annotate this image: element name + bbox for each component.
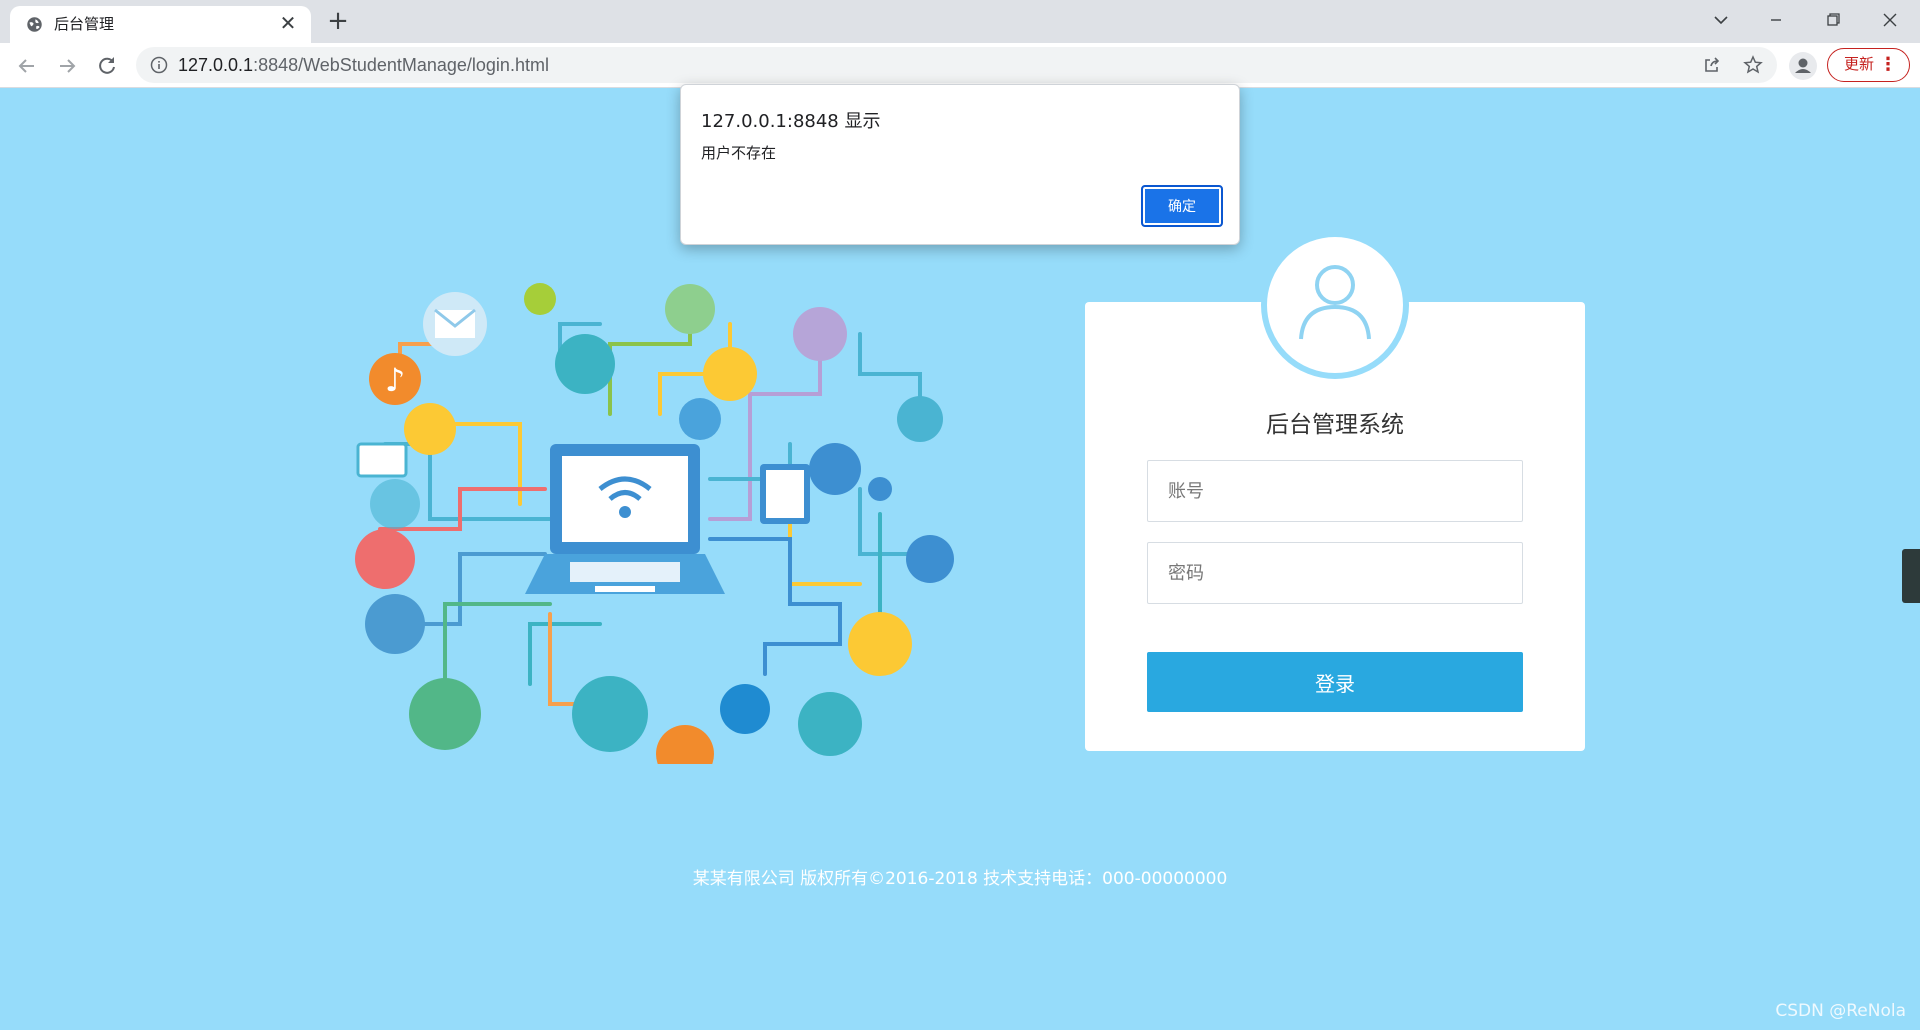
tab-search-icon[interactable] xyxy=(1705,6,1737,34)
info-icon[interactable] xyxy=(150,56,168,74)
browser-tab[interactable]: 后台管理 ✕ xyxy=(10,6,311,43)
tab-title: 后台管理 xyxy=(54,15,115,33)
alert-dialog: 127.0.0.1:8848 显示 用户不存在 确定 xyxy=(680,84,1240,245)
dialog-message: 用户不存在 xyxy=(701,144,777,162)
url-path: :8848/WebStudentManage/login.html xyxy=(253,55,549,75)
svg-text:♪: ♪ xyxy=(385,361,405,399)
restore-icon[interactable] xyxy=(1817,6,1849,34)
avatar xyxy=(1261,231,1409,379)
minimize-icon[interactable] xyxy=(1760,6,1792,34)
update-button[interactable]: 更新 ⋮ xyxy=(1827,48,1910,82)
tab-bar: 后台管理 ✕ + xyxy=(0,0,1920,43)
address-bar[interactable]: 127.0.0.1:8848/WebStudentManage/login.ht… xyxy=(136,47,1777,83)
watermark: CSDN @ReNola xyxy=(1775,1001,1906,1021)
reload-icon[interactable] xyxy=(92,51,122,81)
password-input[interactable] xyxy=(1147,542,1523,604)
back-icon[interactable] xyxy=(12,51,42,81)
side-widget[interactable] xyxy=(1902,549,1920,603)
browser-toolbar: 127.0.0.1:8848/WebStudentManage/login.ht… xyxy=(0,43,1920,88)
new-tab-button[interactable]: + xyxy=(324,8,352,36)
forward-icon[interactable] xyxy=(52,51,82,81)
account-input[interactable] xyxy=(1147,460,1523,522)
login-title: 后台管理系统 xyxy=(1266,412,1404,438)
login-button[interactable]: 登录 xyxy=(1147,652,1523,712)
dialog-title: 127.0.0.1:8848 显示 xyxy=(701,111,881,132)
tab-close-icon[interactable]: ✕ xyxy=(277,12,299,34)
person-icon xyxy=(1795,58,1811,73)
globe-icon xyxy=(27,17,42,32)
share-icon[interactable] xyxy=(1702,55,1722,75)
footer-copyright: 某某有限公司 版权所有©2016-2018 技术支持电话：000-0000000… xyxy=(692,869,1228,889)
url-text[interactable]: 127.0.0.1:8848/WebStudentManage/login.ht… xyxy=(178,55,549,75)
star-icon[interactable] xyxy=(1743,55,1763,75)
update-label: 更新 xyxy=(1844,55,1875,73)
menu-icon[interactable]: ⋮ xyxy=(1879,49,1897,80)
close-window-icon[interactable] xyxy=(1874,6,1906,34)
network-illustration: ♪ xyxy=(355,283,954,764)
url-host: 127.0.0.1 xyxy=(178,55,254,75)
user-icon xyxy=(1299,265,1371,340)
profile-icon[interactable] xyxy=(1789,52,1817,80)
dialog-ok-button[interactable]: 确定 xyxy=(1141,185,1223,227)
